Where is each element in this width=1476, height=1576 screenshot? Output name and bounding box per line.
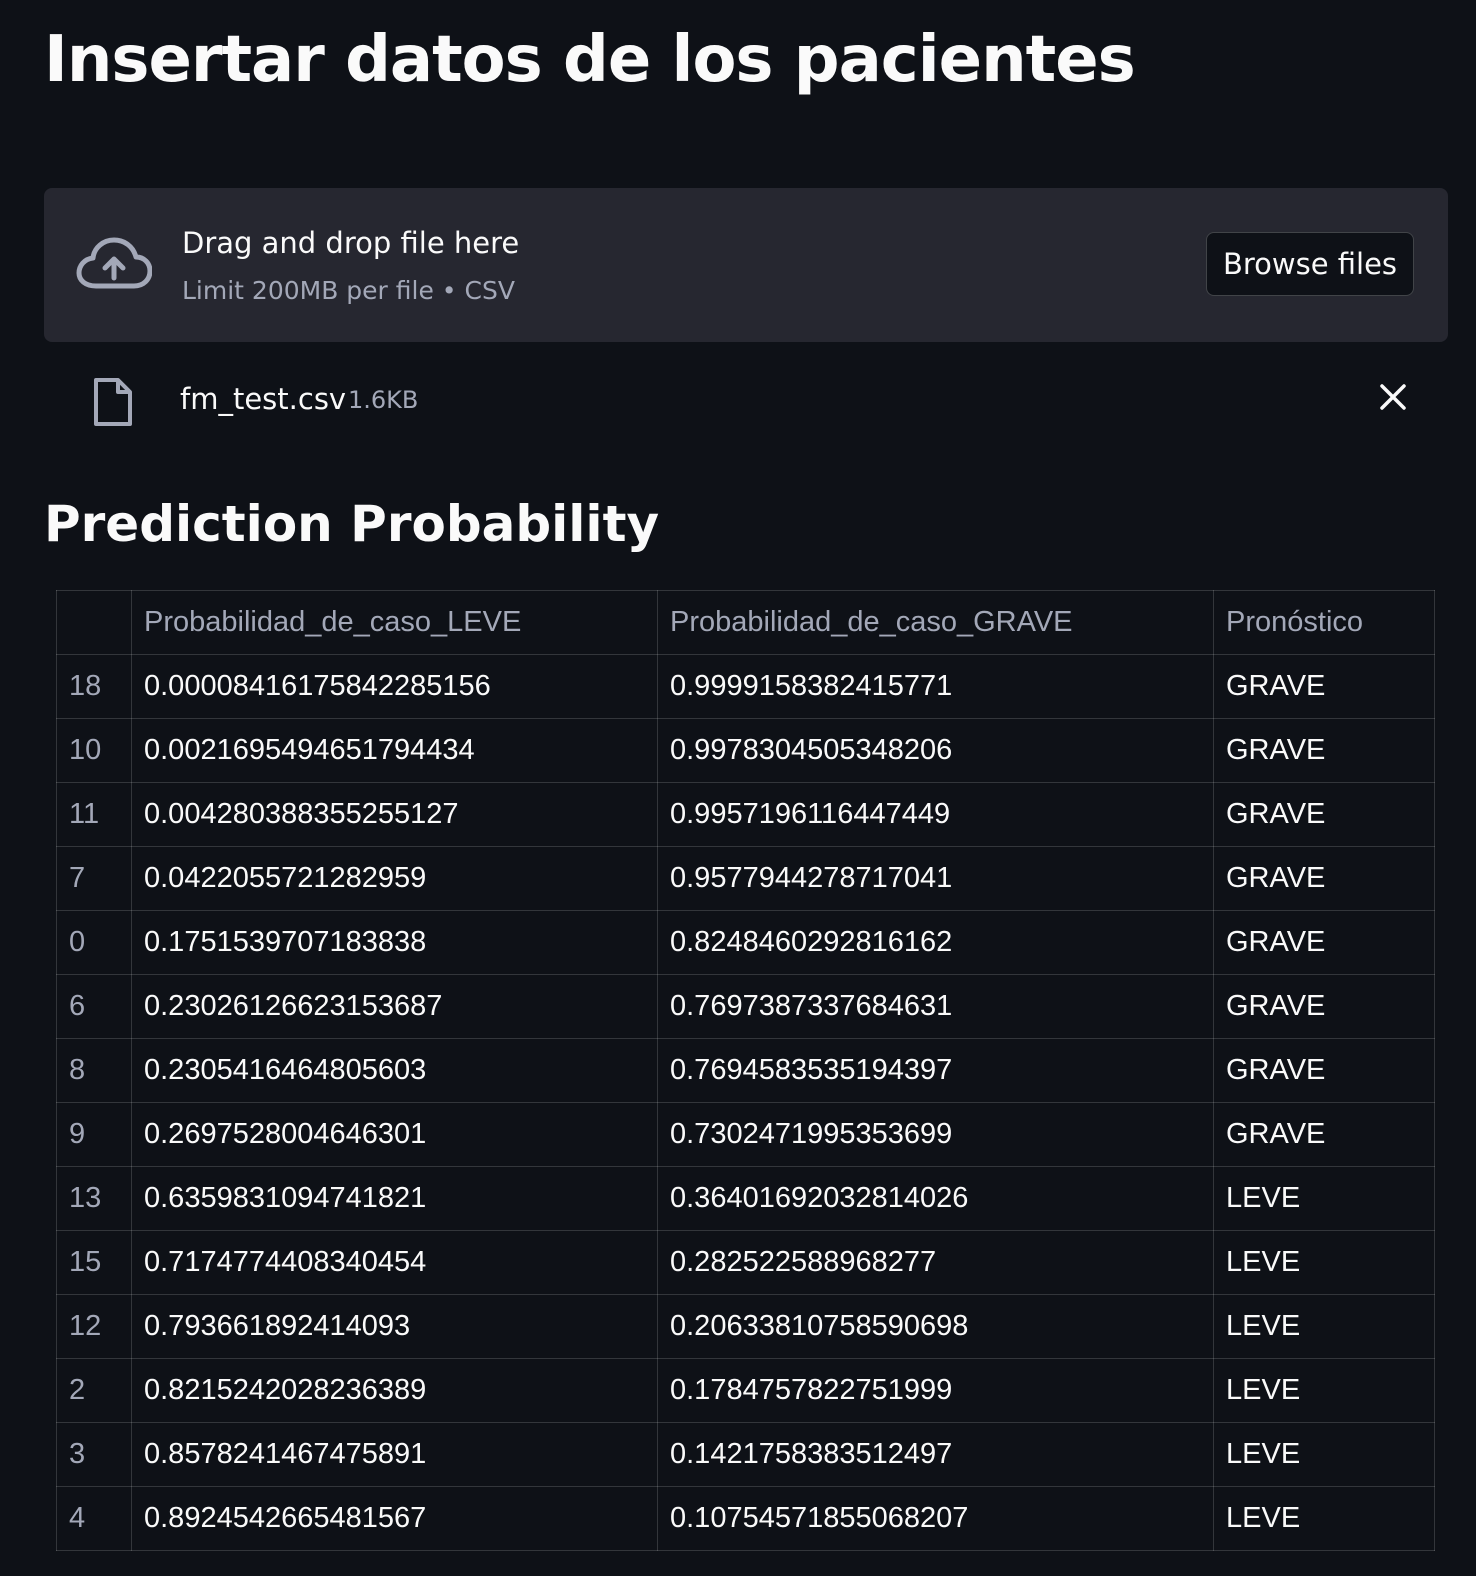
cell-probabilidad-grave[interactable]: 0.7302471995353699 (657, 1102, 1214, 1167)
cell-pronostico[interactable]: GRAVE (1213, 718, 1435, 783)
cell-probabilidad-grave[interactable]: 0.1784757822751999 (657, 1358, 1214, 1423)
table-row[interactable]: 7 0.0422055721282959 0.9577944278717041 GRA… (56, 846, 1435, 911)
column-header-probabilidad-leve[interactable]: Probabilidad_de_caso_LEVE (131, 590, 658, 655)
cell-probabilidad-grave[interactable]: 0.9978304505348206 (657, 718, 1214, 783)
table-row[interactable]: 3 0.8578241467475891 0.1421758383512497 LEV… (56, 1422, 1435, 1487)
row-index[interactable]: 9 (56, 1102, 132, 1167)
drop-instruction-text: Drag and drop file here (182, 226, 520, 260)
column-header-probabilidad-grave[interactable]: Probabilidad_de_caso_GRAVE (657, 590, 1214, 655)
cell-probabilidad-leve[interactable]: 0.6359831094741821 (131, 1166, 658, 1231)
cell-probabilidad-leve[interactable]: 0.8215242028236389 (131, 1358, 658, 1423)
cell-probabilidad-grave[interactable]: 0.1421758383512497 (657, 1422, 1214, 1487)
table-row[interactable]: 11 0.004280388355255127 0.9957196116447449… (56, 782, 1435, 847)
cell-pronostico[interactable]: GRAVE (1213, 782, 1435, 847)
cloud-upload-icon (76, 237, 152, 289)
close-icon[interactable] (1378, 382, 1408, 412)
cell-probabilidad-leve[interactable]: 0.1751539707183838 (131, 910, 658, 975)
browse-files-button[interactable]: Browse files (1206, 232, 1414, 296)
table-row[interactable]: 6 0.23026126623153687 0.7697387337684631 GR… (56, 974, 1435, 1039)
row-index[interactable]: 4 (56, 1486, 132, 1551)
cell-probabilidad-leve[interactable]: 0.2305416464805603 (131, 1038, 658, 1103)
row-index[interactable]: 15 (56, 1230, 132, 1295)
table-row[interactable]: 2 0.8215242028236389 0.1784757822751999 LEV… (56, 1358, 1435, 1423)
cell-probabilidad-grave[interactable]: 0.36401692032814026 (657, 1166, 1214, 1231)
row-index[interactable]: 0 (56, 910, 132, 975)
uploaded-file-item: fm_test.csv 1.6KB (44, 362, 1448, 438)
cell-probabilidad-leve[interactable]: 0.23026126623153687 (131, 974, 658, 1039)
table-row[interactable]: 18 0.00008416175842285156 0.99991583824157… (56, 654, 1435, 719)
table-row[interactable]: 15 0.7174774408340454 0.282522588968277 LEV… (56, 1230, 1435, 1295)
cell-probabilidad-grave[interactable]: 0.282522588968277 (657, 1230, 1214, 1295)
cell-probabilidad-leve[interactable]: 0.2697528004646301 (131, 1102, 658, 1167)
cell-probabilidad-leve[interactable]: 0.793661892414093 (131, 1294, 658, 1359)
row-index[interactable]: 6 (56, 974, 132, 1039)
cell-probabilidad-grave[interactable]: 0.8248460292816162 (657, 910, 1214, 975)
uploaded-file-size: 1.6KB (348, 386, 419, 414)
file-uploader-dropzone[interactable]: Drag and drop file here Limit 200MB per … (44, 188, 1448, 342)
cell-probabilidad-leve[interactable]: 0.00008416175842285156 (131, 654, 658, 719)
cell-pronostico[interactable]: LEVE (1213, 1166, 1435, 1231)
page-title: Insertar datos de los pacientes (44, 23, 1136, 97)
cell-pronostico[interactable]: LEVE (1213, 1486, 1435, 1551)
cell-probabilidad-leve[interactable]: 0.004280388355255127 (131, 782, 658, 847)
uploaded-file-name: fm_test.csv (180, 382, 347, 416)
table-row[interactable]: 12 0.793661892414093 0.20633810758590698 LE… (56, 1294, 1435, 1359)
row-index[interactable]: 2 (56, 1358, 132, 1423)
upload-limit-text: Limit 200MB per file • CSV (182, 276, 515, 305)
table-row[interactable]: 8 0.2305416464805603 0.7694583535194397 GRA… (56, 1038, 1435, 1103)
cell-pronostico[interactable]: LEVE (1213, 1294, 1435, 1359)
cell-probabilidad-grave[interactable]: 0.9999158382415771 (657, 654, 1214, 719)
cell-probabilidad-grave[interactable]: 0.10754571855068207 (657, 1486, 1214, 1551)
cell-probabilidad-grave[interactable]: 0.7694583535194397 (657, 1038, 1214, 1103)
table-row[interactable]: 9 0.2697528004646301 0.7302471995353699 GRA… (56, 1102, 1435, 1167)
cell-probabilidad-grave[interactable]: 0.7697387337684631 (657, 974, 1214, 1039)
table-row[interactable]: 13 0.6359831094741821 0.36401692032814026 L… (56, 1166, 1435, 1231)
row-index[interactable]: 10 (56, 718, 132, 783)
column-header-index (56, 590, 132, 655)
table-header-row: Probabilidad_de_caso_LEVE Probabilidad_d… (56, 590, 1435, 655)
section-title: Prediction Probability (44, 495, 660, 553)
cell-pronostico[interactable]: LEVE (1213, 1358, 1435, 1423)
row-index[interactable]: 3 (56, 1422, 132, 1487)
cell-probabilidad-leve[interactable]: 0.0422055721282959 (131, 846, 658, 911)
cell-pronostico[interactable]: GRAVE (1213, 910, 1435, 975)
cell-probabilidad-grave[interactable]: 0.20633810758590698 (657, 1294, 1214, 1359)
cell-probabilidad-leve[interactable]: 0.0021695494651794434 (131, 718, 658, 783)
table-row[interactable]: 0 0.1751539707183838 0.8248460292816162 GRA… (56, 910, 1435, 975)
cell-pronostico[interactable]: LEVE (1213, 1230, 1435, 1295)
row-index[interactable]: 7 (56, 846, 132, 911)
table-row[interactable]: 4 0.8924542665481567 0.10754571855068207 LE… (56, 1486, 1435, 1551)
cell-pronostico[interactable]: GRAVE (1213, 846, 1435, 911)
cell-pronostico[interactable]: GRAVE (1213, 1102, 1435, 1167)
cell-probabilidad-leve[interactable]: 0.7174774408340454 (131, 1230, 658, 1295)
row-index[interactable]: 11 (56, 782, 132, 847)
row-index[interactable]: 8 (56, 1038, 132, 1103)
cell-probabilidad-leve[interactable]: 0.8924542665481567 (131, 1486, 658, 1551)
cell-pronostico[interactable]: LEVE (1213, 1422, 1435, 1487)
cell-pronostico[interactable]: GRAVE (1213, 974, 1435, 1039)
table-body: 18 0.00008416175842285156 0.99991583824157… (56, 654, 1435, 1551)
row-index[interactable]: 12 (56, 1294, 132, 1359)
cell-pronostico[interactable]: GRAVE (1213, 654, 1435, 719)
file-icon (94, 378, 132, 426)
cell-probabilidad-grave[interactable]: 0.9577944278717041 (657, 846, 1214, 911)
cell-probabilidad-leve[interactable]: 0.8578241467475891 (131, 1422, 658, 1487)
table-row[interactable]: 10 0.0021695494651794434 0.997830450534820… (56, 718, 1435, 783)
row-index[interactable]: 18 (56, 654, 132, 719)
row-index[interactable]: 13 (56, 1166, 132, 1231)
column-header-pronostico[interactable]: Pronóstico (1213, 590, 1435, 655)
cell-probabilidad-grave[interactable]: 0.9957196116447449 (657, 782, 1214, 847)
prediction-table[interactable]: Probabilidad_de_caso_LEVE Probabilidad_d… (56, 590, 1435, 1551)
page: Insertar datos de los pacientes Drag and… (0, 0, 1476, 1576)
cell-pronostico[interactable]: GRAVE (1213, 1038, 1435, 1103)
